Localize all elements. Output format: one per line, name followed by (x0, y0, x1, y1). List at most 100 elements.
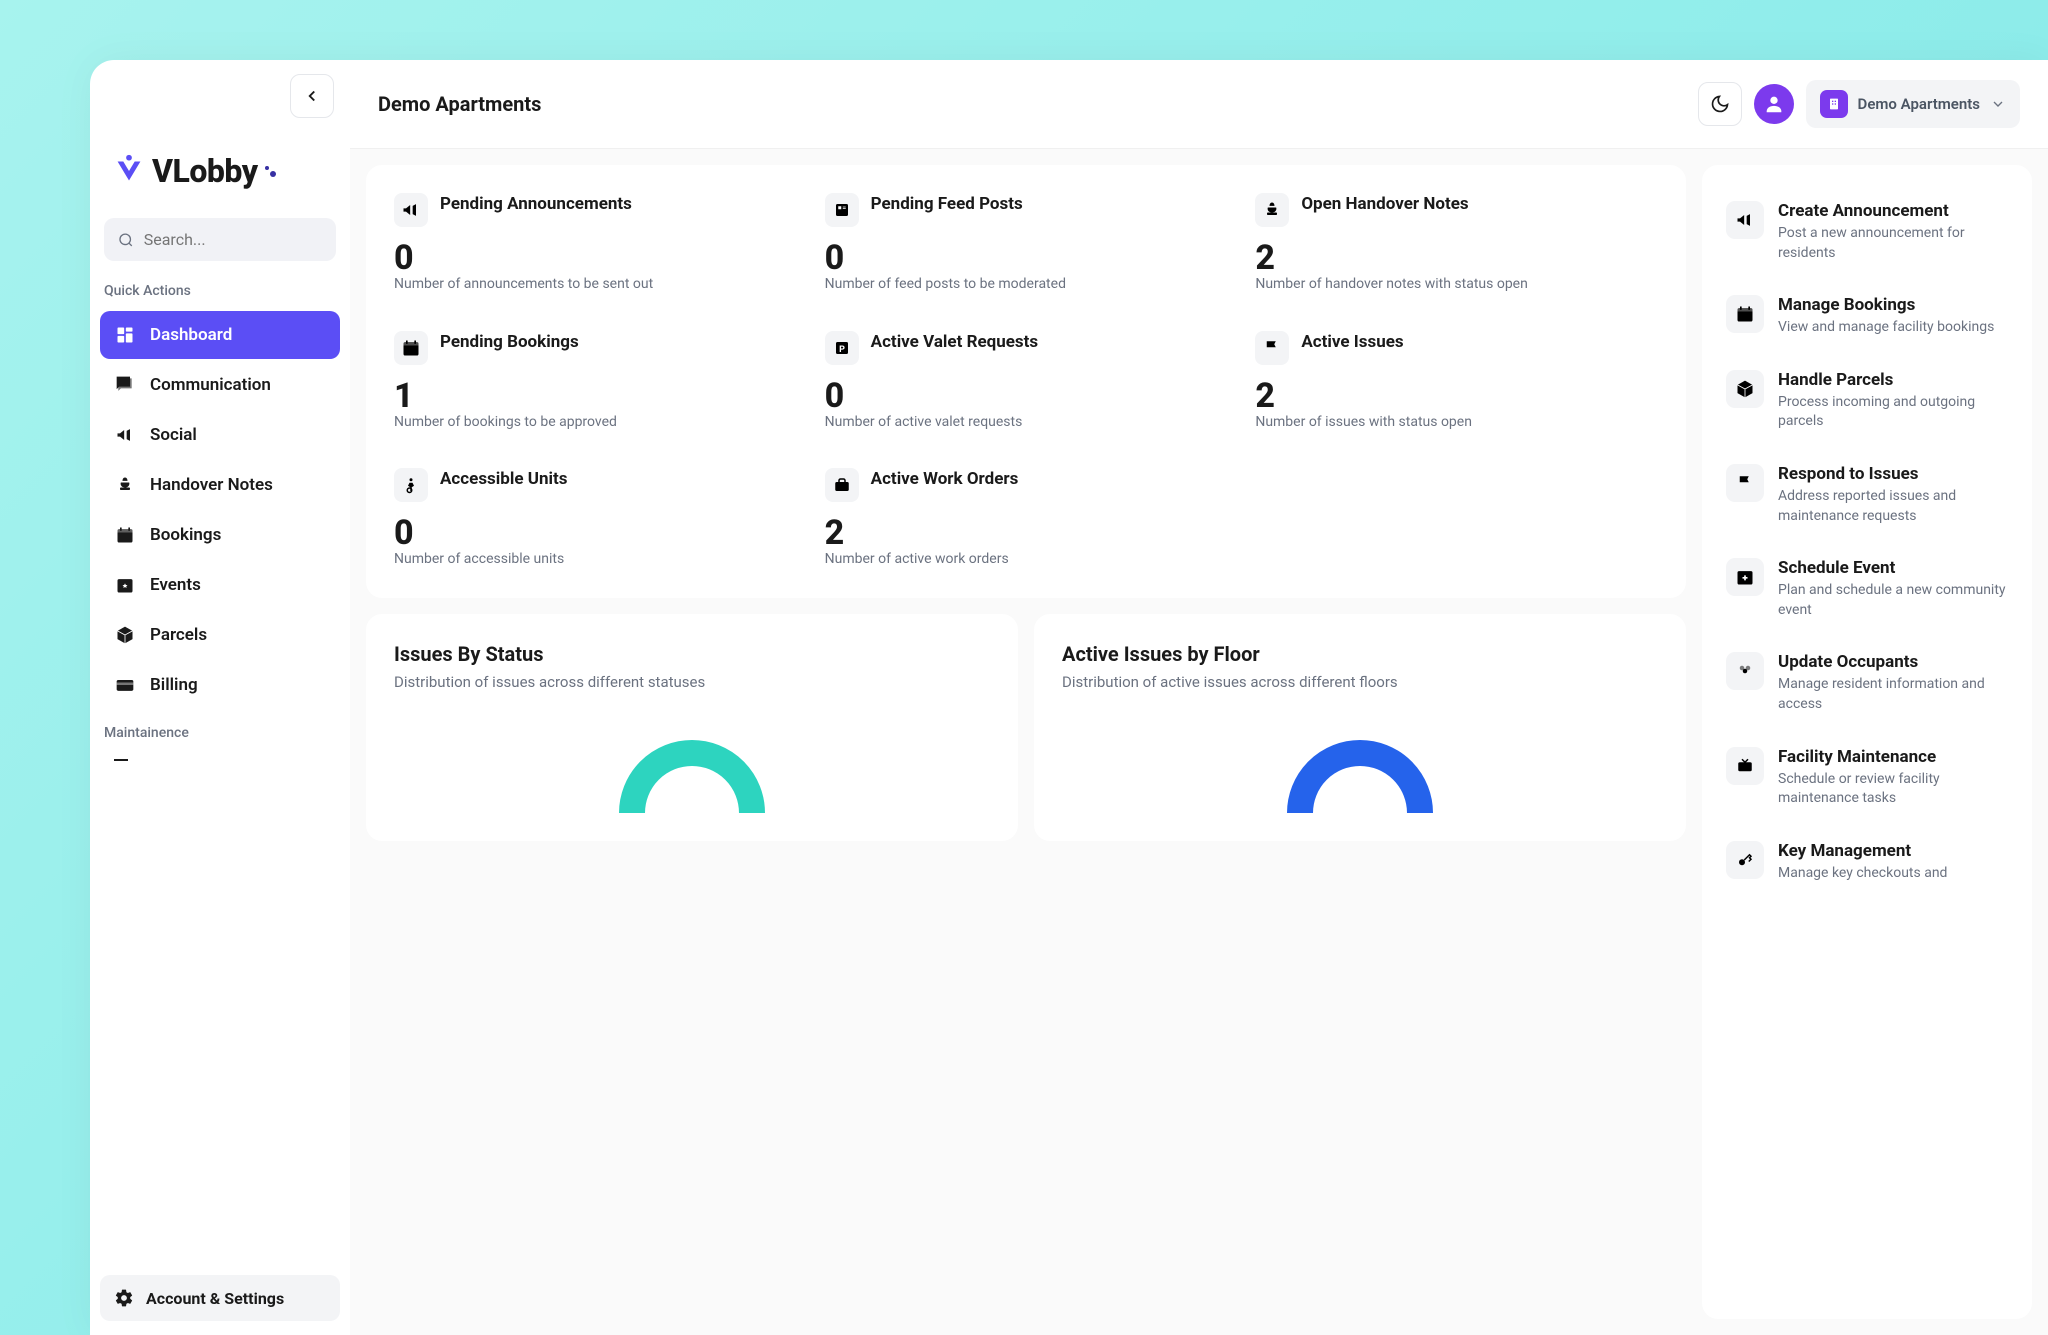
sidebar-item-billing[interactable]: Billing (100, 661, 340, 709)
stat-desc: Number of issues with status open (1255, 413, 1658, 433)
sidebar-item-events[interactable]: Events (100, 561, 340, 609)
action-desc: View and manage facility bookings (1778, 318, 1994, 338)
action-title: Create Announcement (1778, 201, 2008, 221)
sidebar-item-handover-notes[interactable]: Handover Notes (100, 461, 340, 509)
stat-desc: Number of active work orders (825, 550, 1228, 570)
nav-label: Events (150, 575, 201, 595)
sidebar-item-bookings[interactable]: Bookings (100, 511, 340, 559)
action-key-management[interactable]: Key Management Manage key checkouts and (1722, 825, 2012, 900)
chart-desc: Distribution of active issues across dif… (1062, 672, 1658, 693)
action-desc: Address reported issues and maintenance … (1778, 487, 2008, 526)
logo-icon (110, 152, 148, 190)
avatar[interactable] (1754, 84, 1794, 124)
svg-text:P: P (839, 344, 845, 354)
action-title: Update Occupants (1778, 652, 2008, 672)
box-icon (114, 624, 136, 646)
user-icon (1763, 93, 1785, 115)
stat-value: 0 (394, 516, 797, 550)
sidebar: VLobby Quick Actions Dashboard Communicat… (90, 60, 350, 1335)
dashboard-icon (114, 324, 136, 346)
section-quick-actions: Quick Actions (100, 283, 340, 311)
stat-item: Pending Feed Posts 0 Number of feed post… (825, 193, 1228, 295)
stat-desc: Number of announcements to be sent out (394, 275, 797, 295)
people-icon (1726, 652, 1764, 690)
stat-item: P Active Valet Requests 0 Number of acti… (825, 331, 1228, 433)
property-label: Demo Apartments (1858, 95, 1980, 113)
stat-desc: Number of handover notes with status ope… (1255, 275, 1658, 295)
action-create-announcement[interactable]: Create Announcement Post a new announcem… (1722, 185, 2012, 279)
tv-icon (1726, 747, 1764, 785)
stat-desc: Number of active valet requests (825, 413, 1228, 433)
action-desc: Post a new announcement for residents (1778, 224, 2008, 263)
action-update-occupants[interactable]: Update Occupants Manage resident informa… (1722, 636, 2012, 730)
stat-title: Active Valet Requests (871, 331, 1039, 353)
megaphone-icon (1726, 201, 1764, 239)
calendar-star-icon (114, 574, 136, 596)
moon-icon (1710, 94, 1730, 114)
stat-title: Active Work Orders (871, 468, 1019, 490)
action-title: Facility Maintenance (1778, 747, 2008, 767)
flag-icon (1726, 464, 1764, 502)
stat-item: Open Handover Notes 2 Number of handover… (1255, 193, 1658, 295)
logo: VLobby (100, 128, 340, 218)
feed-icon (825, 193, 859, 227)
action-schedule-event[interactable]: Schedule Event Plan and schedule a new c… (1722, 542, 2012, 636)
app-window: VLobby Quick Actions Dashboard Communicat… (90, 60, 2048, 1335)
megaphone-icon (114, 424, 136, 446)
logo-dots-icon (262, 163, 278, 179)
accessible-icon (394, 468, 428, 502)
stat-title: Pending Bookings (440, 331, 579, 353)
back-button[interactable] (290, 74, 334, 118)
search-box[interactable] (104, 218, 336, 261)
flag-icon (1255, 331, 1289, 365)
action-facility-maintenance[interactable]: Facility Maintenance Schedule or review … (1722, 731, 2012, 825)
nav-label: Handover Notes (150, 475, 273, 495)
stat-title: Open Handover Notes (1301, 193, 1468, 215)
action-title: Handle Parcels (1778, 370, 2008, 390)
topbar: Demo Apartments Demo Apartments (350, 60, 2048, 149)
action-title: Manage Bookings (1778, 295, 1994, 315)
sidebar-item-social[interactable]: Social (100, 411, 340, 459)
account-label: Account & Settings (146, 1289, 284, 1308)
calendar-icon (394, 331, 428, 365)
action-title: Respond to Issues (1778, 464, 2008, 484)
search-input[interactable] (144, 230, 322, 249)
stat-item: Pending Bookings 1 Number of bookings to… (394, 331, 797, 433)
action-desc: Schedule or review facility maintenance … (1778, 770, 2008, 809)
action-respond-to-issues[interactable]: Respond to Issues Address reported issue… (1722, 448, 2012, 542)
stat-value: 0 (394, 241, 797, 275)
chart-card: Active Issues by Floor Distribution of a… (1034, 614, 1686, 841)
chevron-left-icon (303, 87, 321, 105)
action-manage-bookings[interactable]: Manage Bookings View and manage facility… (1722, 279, 2012, 354)
sidebar-item-dashboard[interactable]: Dashboard (100, 311, 340, 359)
key-icon (1726, 841, 1764, 879)
main: Demo Apartments Demo Apartments (350, 60, 2048, 1335)
property-selector[interactable]: Demo Apartments (1806, 80, 2020, 128)
quick-actions-panel: Create Announcement Post a new announcem… (1702, 165, 2032, 1319)
stat-value: 2 (825, 516, 1228, 550)
sidebar-item-parcels[interactable]: Parcels (100, 611, 340, 659)
chevron-down-icon (1990, 96, 2006, 112)
megaphone-icon (394, 193, 428, 227)
stat-title: Pending Announcements (440, 193, 632, 215)
briefcase-icon (825, 468, 859, 502)
chart-title: Active Issues by Floor (1062, 642, 1658, 666)
nav-label: Parcels (150, 625, 207, 645)
theme-toggle-button[interactable] (1698, 82, 1742, 126)
action-desc: Process incoming and outgoing parcels (1778, 393, 2008, 432)
action-title: Schedule Event (1778, 558, 2008, 578)
account-settings-button[interactable]: Account & Settings (100, 1275, 340, 1321)
nav-label: Communication (150, 375, 271, 395)
stat-desc: Number of bookings to be approved (394, 413, 797, 433)
nav-label: Dashboard (150, 325, 232, 345)
action-title: Key Management (1778, 841, 1947, 861)
stat-item: Active Work Orders 2 Number of active wo… (825, 468, 1228, 570)
sidebar-item-communication[interactable]: Communication (100, 361, 340, 409)
chart-title: Issues By Status (394, 642, 990, 666)
nav-label: Social (150, 425, 197, 445)
calendar-plus-icon (1726, 558, 1764, 596)
action-handle-parcels[interactable]: Handle Parcels Process incoming and outg… (1722, 354, 2012, 448)
stat-value: 0 (825, 379, 1228, 413)
chat-icon (114, 374, 136, 396)
stat-title: Accessible Units (440, 468, 567, 490)
